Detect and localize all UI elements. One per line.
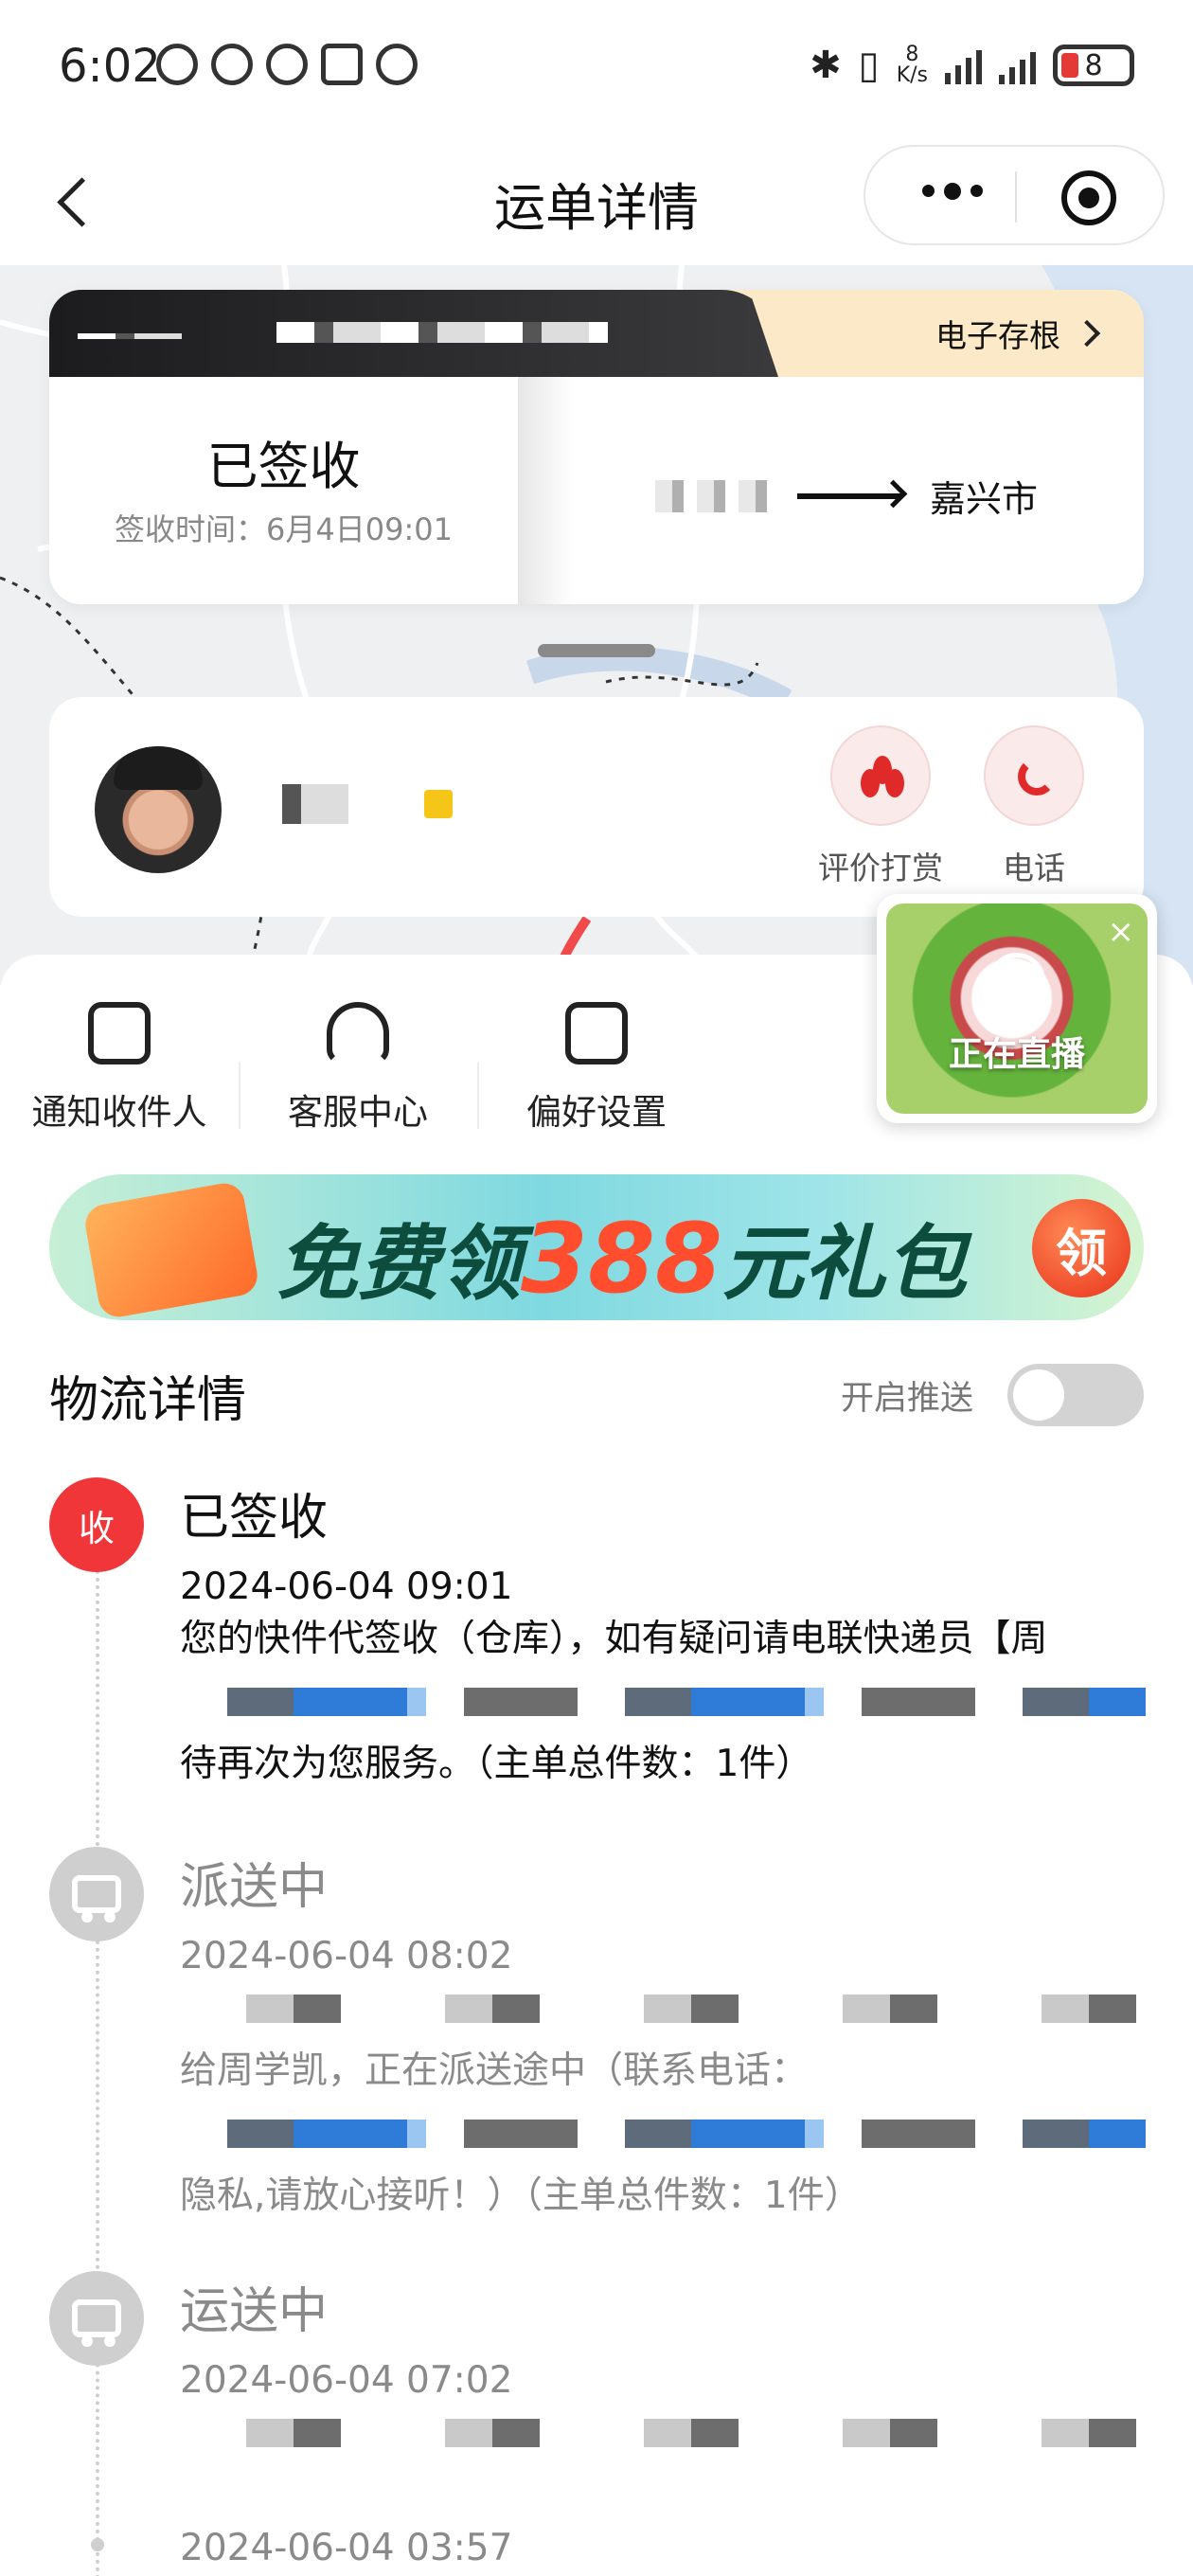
courier-name-redacted [244, 784, 375, 824]
quick-actions: 通知收件人 客服中心 偏好设置 [0, 1002, 716, 1135]
red-flower-icon [861, 756, 904, 799]
redacted-text [180, 1688, 1146, 1716]
waybill-status: 已签收 [206, 437, 361, 496]
redacted-text [180, 2120, 1146, 2148]
redacted-text [180, 2419, 1146, 2447]
reward-button[interactable]: 评价打赏 [805, 725, 956, 888]
push-label: 开启推送 [840, 1380, 973, 1418]
signal-icon-2 [999, 46, 1036, 84]
sheet-handle[interactable] [538, 644, 655, 657]
reward-label: 评价打赏 [818, 850, 943, 886]
notification-icon [156, 44, 198, 85]
signed-badge-icon: 收 [49, 1477, 144, 1572]
nav-header: 运单详情 [0, 137, 1193, 265]
event-signed: 已签收 2024-06-04 09:01 您的快件代签收（仓库），如有疑问请电联… [180, 1477, 1146, 1796]
truck-icon [49, 2271, 144, 2366]
live-stream-popup[interactable]: × 正在直播 [877, 894, 1157, 1123]
red-envelope-icon [81, 1180, 261, 1320]
redacted-text [180, 1995, 1146, 2023]
truck-icon [49, 1847, 144, 1941]
call-label: 电话 [1003, 850, 1065, 886]
status-right: ✱ ▯ 8 K/s 8 [810, 44, 1134, 87]
close-miniapp-icon[interactable] [1061, 170, 1116, 225]
waybill-number-bar [49, 290, 778, 377]
push-toggle[interactable] [1007, 1364, 1144, 1426]
waybill-status-box: 已签收 签收时间：6月4日09:01 [49, 377, 518, 604]
waybill-card: 电子存根 已签收 签收时间：6月4日09:01 嘉兴市 [49, 290, 1144, 604]
timeline-dot [91, 2538, 104, 2551]
speedometer-icon [211, 44, 253, 85]
courier-avatar[interactable] [95, 746, 222, 873]
more-icon[interactable] [922, 183, 983, 200]
signal-icon [945, 46, 982, 84]
route-arrow-icon [797, 492, 901, 499]
sign-time: 签收时间：6月4日09:01 [115, 511, 453, 547]
bluetooth-icon: ✱ [810, 44, 842, 87]
logistics-title: 物流详情 [49, 1372, 247, 1429]
close-icon[interactable]: × [1108, 913, 1135, 951]
courier-badge [424, 790, 453, 818]
miniapp-capsule [864, 145, 1165, 245]
status-notification-icons [156, 44, 418, 85]
share-icon [88, 1002, 151, 1064]
call-button[interactable]: 电话 [958, 725, 1110, 888]
headset-icon [327, 1002, 389, 1064]
vibrate-icon: ▯ [858, 44, 880, 87]
route-summary: 嘉兴市 [655, 470, 1038, 522]
chevron-right-icon [1073, 319, 1101, 348]
promo-banner[interactable]: 免费领388元礼包 领 [49, 1174, 1144, 1320]
status-bar: 6:02 ✱ ▯ 8 K/s 8 [0, 0, 1193, 137]
event-earlier: 2024-06-04 03:57 [180, 2527, 513, 2569]
notify-recipient-button[interactable]: 通知收件人 [0, 1002, 239, 1135]
claim-button[interactable]: 领 [1032, 1199, 1131, 1297]
status-time: 6:02 [59, 40, 161, 93]
eye-icon [266, 44, 308, 85]
phone-icon [1018, 758, 1056, 796]
origin-redacted [655, 479, 769, 512]
e-stub-link[interactable]: 电子存根 [935, 311, 1101, 356]
destination-city: 嘉兴市 [930, 478, 1039, 520]
customer-service-button[interactable]: 客服中心 [239, 1002, 477, 1135]
network-speed: 8 K/s [896, 43, 928, 87]
nfc-icon [321, 44, 363, 85]
event-in-transit: 运送中 2024-06-04 07:02 [180, 2271, 1146, 2464]
event-delivering: 派送中 2024-06-04 08:02 给周学凯，正在派送途中（联系电话： 隐… [180, 1847, 1146, 2227]
alarm-icon [376, 44, 418, 85]
preferences-button[interactable]: 偏好设置 [477, 1002, 716, 1135]
live-label: 正在直播 [948, 1035, 1085, 1074]
live-indicator-icon [988, 953, 1045, 1010]
battery-icon: 8 [1053, 45, 1134, 86]
courier-card: 评价打赏 电话 [49, 697, 1144, 917]
settings-card-icon [565, 1002, 628, 1064]
promo-text: 免费领388元礼包 [276, 1203, 967, 1315]
